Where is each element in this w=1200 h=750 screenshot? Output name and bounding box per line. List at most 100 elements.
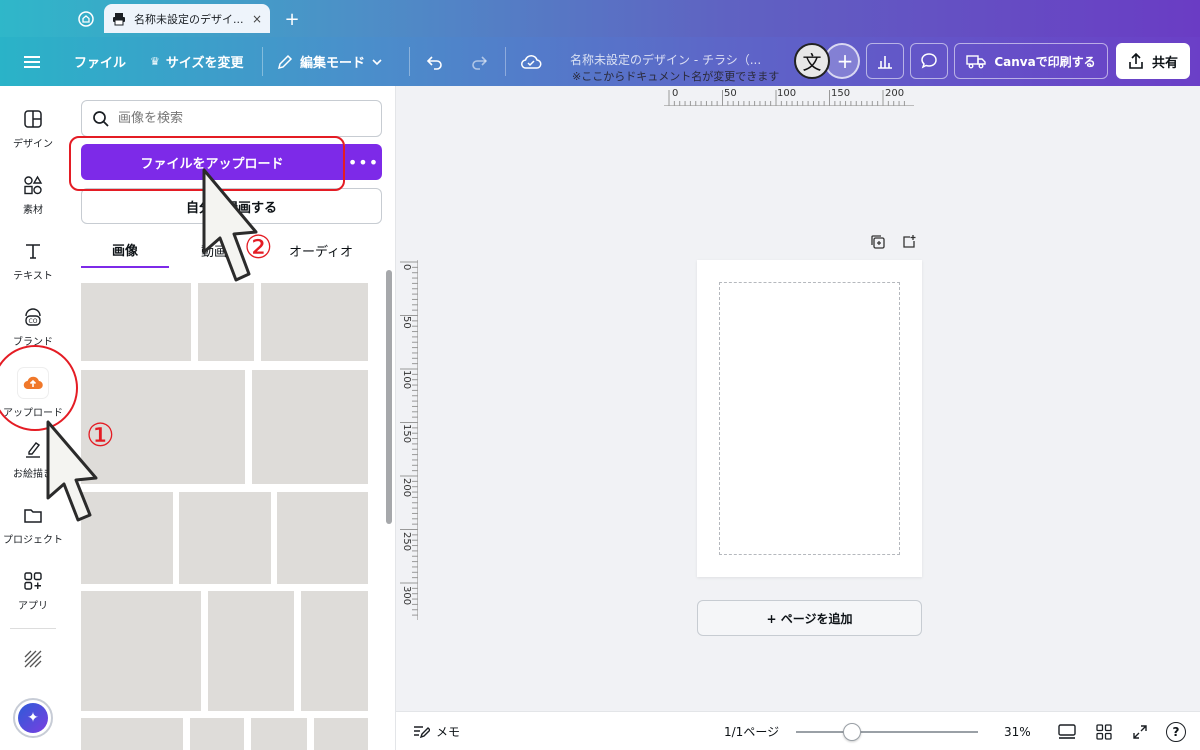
design-page[interactable] [697,260,922,577]
bar-chart-icon [878,56,892,69]
rail-label: テキスト [13,270,53,282]
file-menu[interactable]: ファイル [74,37,126,86]
notes-button[interactable]: メモ [412,712,460,750]
share-label: 共有 [1151,55,1178,71]
image-thumbnail[interactable] [208,591,294,711]
zoom-level[interactable]: 31% [1004,712,1031,750]
fullscreen-button[interactable] [1132,712,1148,750]
zoom-slider[interactable] [796,731,978,733]
share-icon [1129,52,1143,69]
more-options-button[interactable]: ••• [345,144,382,180]
duplicate-page-icon[interactable] [868,232,888,252]
rail-label: アップロード [3,407,63,419]
shapes-icon [24,175,43,194]
rail-label: デザイン [13,138,53,150]
resize-button[interactable]: ♛ サイズを変更 [150,37,244,86]
rail-item-elements[interactable]: 素材 [0,166,66,224]
document-title[interactable]: 名称未設定のデザイン - チラシ（... [570,51,761,68]
bleed-guide [719,282,900,555]
add-page-button[interactable]: + ページを追加 [697,600,922,636]
canvas-area: 0 50 100 150 200 0 50 100 150 200 250 30… [396,86,1200,711]
image-thumbnail[interactable] [252,370,368,484]
browser-tab-bar: 名称未設定のデザイ... × + [0,0,1200,37]
edit-mode-dropdown[interactable]: 編集モード [276,37,383,86]
upload-files-button[interactable]: ファイルをアップロード [81,144,343,180]
undo-button[interactable] [426,37,444,86]
record-yourself-button[interactable]: 自分を録画する [81,188,382,224]
rail-item-projects[interactable]: プロジェクト [0,496,66,554]
print-icon [113,12,125,25]
resize-label: サイズを変更 [165,56,244,71]
zoom-label: 31% [1004,724,1031,739]
notes-icon [414,725,430,738]
tab-close-icon[interactable]: × [252,12,262,26]
share-button[interactable]: 共有 [1116,43,1190,79]
rail-item-uploads[interactable]: アップロード [0,364,66,422]
search-input[interactable] [118,111,358,126]
undo-icon [426,55,442,70]
grid-view-button[interactable] [1096,712,1112,750]
search-icon [93,110,109,127]
apps-icon [24,571,42,590]
image-thumbnail[interactable] [81,718,183,750]
browser-tab[interactable]: 名称未設定のデザイ... × [104,4,270,33]
ruler-label: 200 [885,88,905,99]
add-page-icon[interactable] [899,232,919,252]
image-thumbnail[interactable] [301,591,368,711]
search-box[interactable] [81,100,382,137]
rail-item-draw[interactable]: お絵描き [0,430,66,488]
plus-icon: + [836,49,854,73]
page-view-button[interactable] [1058,712,1076,750]
comment-button[interactable] [910,43,948,79]
ruler-label: 0 [401,264,412,271]
panel-scrollbar[interactable] [386,270,392,524]
step-1-label: ① [86,416,115,454]
magic-assistant-button[interactable]: ✦ [13,698,53,738]
page-count-label: 1/1ページ [724,725,780,739]
edit-mode-label: 編集モード [300,56,366,71]
insights-button[interactable] [866,43,904,79]
help-button[interactable]: ? [1166,712,1186,750]
image-thumbnail[interactable] [81,591,201,711]
cloud-upload-icon [18,367,48,398]
layout-icon [24,109,42,128]
brand-icon: CO [25,307,41,326]
ruler-label: 0 [672,88,679,99]
image-thumbnail[interactable] [198,283,254,361]
divider [262,47,263,76]
expand-icon [1133,724,1147,739]
chevron-down-icon [372,58,382,65]
svg-text:CO: CO [29,318,38,325]
image-thumbnail[interactable] [251,718,307,750]
image-thumbnail[interactable] [277,492,368,584]
comment-icon [921,53,937,69]
rail-item-brand[interactable]: CO ブランド [0,298,66,356]
image-thumbnail[interactable] [81,283,191,361]
new-tab-button[interactable]: + [280,6,304,32]
rail-item-text[interactable]: テキスト [0,232,66,290]
rail-item-apps[interactable]: アプリ [0,562,66,620]
redo-button[interactable] [470,37,488,86]
print-with-canva-button[interactable]: Canvaで印刷する [954,43,1108,79]
home-icon[interactable] [72,6,100,32]
rail-label: アプリ [18,600,48,612]
ruler-label: 150 [831,88,851,99]
hamburger-icon [24,55,40,68]
menu-button[interactable] [24,37,42,86]
image-thumbnail[interactable] [81,492,173,584]
editor-footer: メモ 1/1ページ 31% ? [396,711,1200,750]
file-label: ファイル [74,56,127,71]
page-counter[interactable]: 1/1ページ [724,712,779,750]
ruler-label: 50 [724,88,737,99]
image-thumbnail[interactable] [314,718,368,750]
tab-audio[interactable]: オーディオ [276,232,366,268]
zoom-slider-handle[interactable] [843,723,861,741]
hatch-icon[interactable] [24,650,42,672]
image-thumbnail[interactable] [179,492,271,584]
tab-videos[interactable]: 動画 [184,232,244,268]
tab-images[interactable]: 画像 [81,232,169,268]
cloud-save-status[interactable] [520,37,542,86]
rail-item-design[interactable]: デザイン [0,100,66,158]
image-thumbnail[interactable] [261,283,368,361]
image-thumbnail[interactable] [190,718,244,750]
